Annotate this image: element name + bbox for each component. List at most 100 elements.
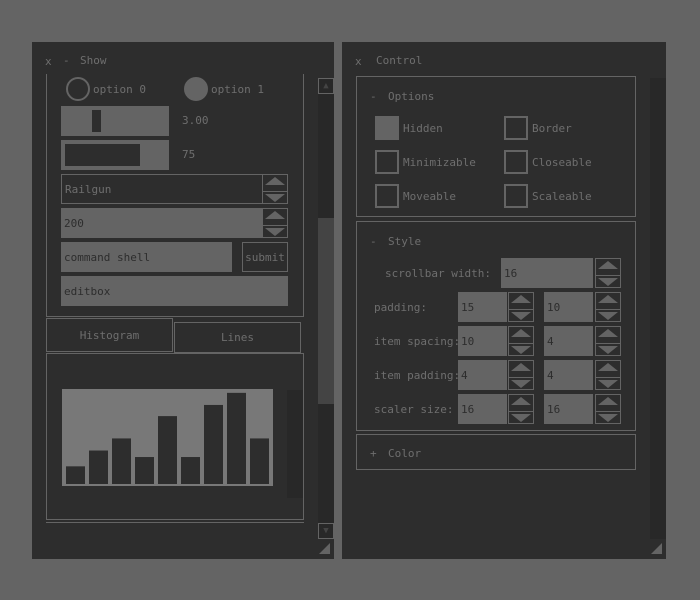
checkbox-closeable[interactable]: Closeable bbox=[504, 150, 592, 174]
tab-histogram[interactable]: Histogram bbox=[46, 318, 173, 352]
checkbox-hidden[interactable]: Hidden bbox=[375, 116, 443, 140]
arrow-up-icon bbox=[598, 329, 618, 337]
decrement-button[interactable] bbox=[263, 191, 287, 205]
radio-option-1[interactable]: option 1 bbox=[184, 77, 264, 101]
input-value: 16 bbox=[547, 402, 561, 416]
item-spacing-y-input[interactable]: 4 bbox=[544, 326, 593, 356]
combo-box[interactable]: Railgun bbox=[61, 174, 263, 204]
increment-button[interactable] bbox=[263, 211, 287, 225]
decrement-button[interactable] bbox=[509, 377, 533, 391]
scaler-size-y-input[interactable]: 16 bbox=[544, 394, 593, 424]
arrow-down-icon bbox=[265, 228, 285, 236]
input-value: 16 bbox=[461, 402, 475, 416]
checkbox-icon bbox=[504, 116, 528, 140]
scaler-size-x-spinner[interactable] bbox=[508, 394, 534, 424]
padding-y-input[interactable]: 10 bbox=[544, 292, 593, 322]
scroll-up-button[interactable]: ▲ bbox=[318, 78, 334, 94]
input-value: 4 bbox=[461, 368, 468, 382]
scroll-down-button[interactable]: ▼ bbox=[318, 523, 334, 539]
histogram-bar bbox=[112, 438, 131, 484]
increment-button[interactable] bbox=[596, 397, 620, 411]
decrement-button[interactable] bbox=[596, 411, 620, 425]
submit-button[interactable]: submit bbox=[242, 242, 288, 272]
editbox[interactable]: editbox bbox=[61, 276, 288, 306]
decrement-button[interactable] bbox=[509, 411, 533, 425]
checkbox-border[interactable]: Border bbox=[504, 116, 572, 140]
group-label[interactable]: Options bbox=[388, 90, 434, 104]
increment-button[interactable] bbox=[509, 329, 533, 343]
progress-bar[interactable] bbox=[61, 140, 169, 170]
color-group[interactable]: + Color bbox=[356, 434, 636, 470]
input-value: 4 bbox=[547, 334, 554, 348]
increment-button[interactable] bbox=[263, 177, 287, 191]
decrement-button[interactable] bbox=[596, 343, 620, 357]
minimize-icon[interactable]: - bbox=[63, 54, 70, 68]
tab-lines[interactable]: Lines bbox=[174, 322, 301, 353]
slider[interactable] bbox=[61, 106, 169, 136]
radio-label: option 1 bbox=[211, 82, 264, 96]
item-spacing-y-spinner[interactable] bbox=[595, 326, 621, 356]
close-icon[interactable]: x bbox=[355, 55, 362, 69]
padding-y-spinner[interactable] bbox=[595, 292, 621, 322]
radio-option-0[interactable]: option 0 bbox=[66, 77, 146, 101]
item-padding-y-spinner[interactable] bbox=[595, 360, 621, 390]
increment-button[interactable] bbox=[596, 261, 620, 275]
group-label[interactable]: Style bbox=[388, 235, 421, 249]
close-icon[interactable]: x bbox=[45, 55, 52, 69]
expand-toggle-icon[interactable]: + bbox=[370, 447, 377, 461]
increment-button[interactable] bbox=[509, 363, 533, 377]
increment-button[interactable] bbox=[509, 295, 533, 309]
collapse-toggle-icon[interactable]: - bbox=[370, 235, 377, 249]
progress-value: 75 bbox=[182, 148, 196, 161]
group-frame-bottom bbox=[46, 316, 304, 317]
item-padding-x-input[interactable]: 4 bbox=[458, 360, 507, 390]
input-value: 10 bbox=[461, 334, 475, 348]
group-label[interactable]: Color bbox=[388, 447, 421, 461]
scaler-size-x-input[interactable]: 16 bbox=[458, 394, 507, 424]
item-spacing-x-input[interactable]: 10 bbox=[458, 326, 507, 356]
arrow-up-icon bbox=[511, 295, 531, 303]
scroll-thumb[interactable] bbox=[318, 218, 334, 404]
radio-circle-filled-icon bbox=[184, 77, 208, 101]
checkbox-icon bbox=[504, 150, 528, 174]
increment-button[interactable] bbox=[596, 363, 620, 377]
checkbox-label: Moveable bbox=[403, 189, 456, 203]
scaler-size-y-spinner[interactable] bbox=[595, 394, 621, 424]
resize-handle-icon[interactable] bbox=[651, 543, 662, 554]
slider-handle[interactable] bbox=[92, 110, 101, 132]
decrement-button[interactable] bbox=[509, 343, 533, 357]
padding-x-spinner[interactable] bbox=[508, 292, 534, 322]
decrement-button[interactable] bbox=[596, 275, 620, 289]
decrement-button[interactable] bbox=[509, 309, 533, 323]
checkbox-icon bbox=[375, 116, 399, 140]
decrement-button[interactable] bbox=[596, 377, 620, 391]
padding-x-input[interactable]: 15 bbox=[458, 292, 507, 322]
checkbox-moveable[interactable]: Moveable bbox=[375, 184, 456, 208]
item-padding-y-input[interactable]: 4 bbox=[544, 360, 593, 390]
arrow-down-icon bbox=[265, 194, 285, 202]
command-input[interactable]: command shell bbox=[61, 242, 232, 272]
resize-handle-icon[interactable] bbox=[319, 543, 330, 554]
chart-scrollbar[interactable] bbox=[287, 390, 303, 498]
arrow-down-icon bbox=[598, 346, 618, 354]
next-group-top-border bbox=[46, 522, 304, 523]
number-spinner[interactable] bbox=[262, 208, 288, 238]
window-scrollbar[interactable] bbox=[318, 78, 334, 539]
checkbox-icon bbox=[504, 184, 528, 208]
item-padding-x-spinner[interactable] bbox=[508, 360, 534, 390]
increment-button[interactable] bbox=[596, 329, 620, 343]
number-input[interactable]: 200 bbox=[61, 208, 263, 238]
increment-button[interactable] bbox=[596, 295, 620, 309]
item-spacing-x-spinner[interactable] bbox=[508, 326, 534, 356]
checkbox-scaleable[interactable]: Scaleable bbox=[504, 184, 592, 208]
increment-button[interactable] bbox=[509, 397, 533, 411]
checkbox-minimizable[interactable]: Minimizable bbox=[375, 150, 476, 174]
combo-spinner[interactable] bbox=[262, 174, 288, 204]
decrement-button[interactable] bbox=[596, 309, 620, 323]
collapse-toggle-icon[interactable]: - bbox=[370, 90, 377, 104]
window-scrollbar[interactable] bbox=[650, 78, 666, 539]
scrollbar-width-spinner[interactable] bbox=[595, 258, 621, 288]
scrollbar-width-input[interactable]: 16 bbox=[501, 258, 593, 288]
decrement-button[interactable] bbox=[263, 225, 287, 239]
histogram-bar bbox=[181, 457, 200, 484]
